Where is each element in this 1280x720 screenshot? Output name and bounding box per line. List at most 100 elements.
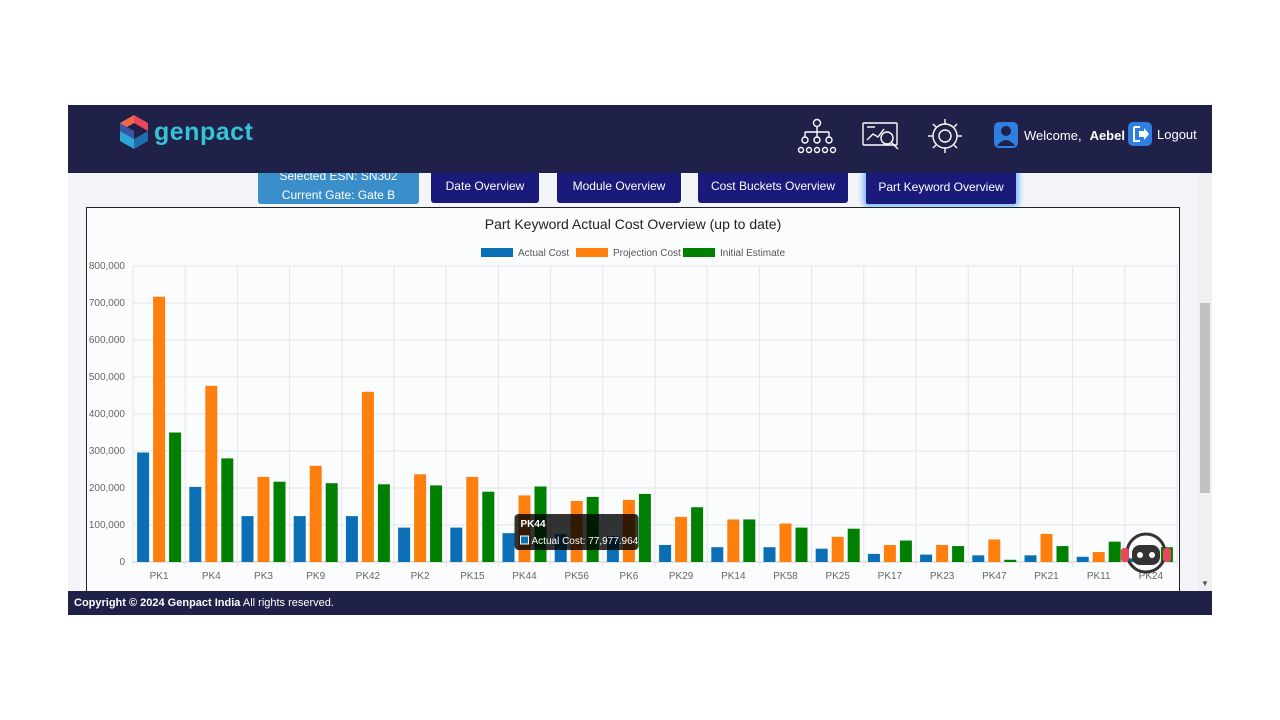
bar-PK15-3 — [482, 491, 495, 562]
x-tick-label: PK11 — [1087, 571, 1111, 582]
tooltip-swatch — [520, 535, 529, 545]
y-tick-label: 100,000 — [89, 520, 126, 531]
legend-swatch-1 — [481, 248, 513, 257]
y-tick-label: 400,000 — [89, 409, 126, 420]
x-tick-label: PK58 — [773, 571, 798, 582]
chart-tooltip: PK44 Actual Cost: 77,977.964 — [514, 514, 639, 550]
x-tick-label: PK2 — [411, 571, 430, 582]
app-window: genpact Welcome, Aebel Logout Selected E… — [68, 105, 1212, 615]
x-tick-label: PK6 — [619, 571, 638, 582]
x-tick-label: PK9 — [306, 571, 325, 582]
bar-PK17-2 — [883, 544, 896, 562]
vertical-scrollbar[interactable]: ▼ — [1198, 173, 1212, 591]
bar-PK15-2 — [466, 476, 479, 562]
tooltip-value: Actual Cost: 77,977.964 — [532, 536, 639, 547]
footer-rights: All rights reserved. — [242, 597, 334, 609]
chart-card: Part Keyword Actual Cost Overview (up to… — [86, 207, 1180, 591]
x-tick-label: PK29 — [669, 571, 694, 582]
bar-PK1-2 — [153, 296, 166, 562]
x-tick-label: PK4 — [202, 571, 221, 582]
bar-PK4-2 — [205, 385, 218, 562]
bar-PK11-1 — [1076, 556, 1089, 562]
tab-module-overview[interactable]: Module Overview — [557, 173, 681, 203]
bar-PK3-2 — [257, 476, 270, 562]
x-tick-label: PK47 — [982, 571, 1007, 582]
bar-PK58-2 — [779, 523, 792, 562]
y-tick-label: 200,000 — [89, 483, 126, 494]
x-tick-label: PK23 — [930, 571, 955, 582]
brand-logo[interactable]: genpact — [120, 115, 253, 149]
bar-PK14-2 — [727, 519, 740, 562]
analytics-icon[interactable] — [860, 115, 902, 157]
bar-PK6-3 — [638, 493, 651, 562]
bar-PK14-3 — [743, 519, 756, 562]
brand-name: genpact — [154, 117, 254, 146]
bar-PK44-1 — [502, 533, 515, 562]
tab-part-keyword-overview[interactable]: Part Keyword Overview — [865, 173, 1017, 205]
bar-PK25-1 — [815, 548, 828, 562]
bar-PK11-2 — [1092, 552, 1105, 562]
settings-cost-icon[interactable] — [924, 115, 966, 157]
bar-PK3-3 — [273, 481, 286, 562]
legend-label-1: Actual Cost — [518, 248, 569, 259]
y-tick-label: 500,000 — [89, 372, 126, 383]
legend-label-2: Projection Cost — [613, 248, 681, 259]
y-tick-label: 300,000 — [89, 446, 126, 457]
bar-PK47-1 — [972, 555, 985, 562]
bar-PK17-1 — [867, 553, 880, 562]
bar-PK23-1 — [920, 554, 933, 562]
chatbot-icon[interactable] — [1118, 531, 1174, 577]
bar-PK42-1 — [345, 516, 358, 562]
bar-PK14-1 — [711, 547, 724, 562]
welcome-area: Welcome, Aebel — [994, 122, 1125, 148]
tooltip-title: PK44 — [521, 519, 546, 530]
hierarchy-icon[interactable] — [796, 115, 838, 157]
current-gate-text: Current Gate: Gate B — [281, 188, 396, 202]
bar-chart[interactable]: Actual Cost Projection Cost Initial Estima… — [87, 208, 1179, 591]
bar-PK1-1 — [137, 452, 150, 562]
selected-esn-text: Selected ESN: SN302 — [279, 173, 398, 183]
y-tick-label: 600,000 — [89, 335, 126, 346]
logout-button[interactable]: Logout — [1128, 122, 1197, 146]
bar-PK58-3 — [795, 527, 808, 562]
bar-PK15-1 — [450, 527, 463, 562]
x-tick-label: PK25 — [825, 571, 850, 582]
y-tick-label: 0 — [119, 557, 125, 568]
bar-PK21-2 — [1040, 533, 1053, 562]
bar-PK9-1 — [293, 516, 306, 562]
scrollbar-thumb[interactable] — [1200, 303, 1210, 493]
legend-swatch-3 — [683, 248, 715, 257]
bar-PK2-1 — [398, 527, 411, 562]
logout-icon — [1128, 122, 1152, 146]
bar-PK23-2 — [936, 544, 949, 562]
x-tick-label: PK56 — [564, 571, 589, 582]
username: Aebel — [1089, 127, 1125, 143]
bar-PK42-3 — [377, 484, 390, 562]
bar-PK3-1 — [241, 516, 254, 562]
bar-PK9-3 — [325, 483, 338, 562]
bar-PK47-3 — [1004, 559, 1017, 562]
bar-PK29-2 — [675, 516, 688, 562]
logout-label: Logout — [1157, 126, 1197, 142]
footer: Copyright © 2024 Genpact India All right… — [68, 591, 1212, 615]
bar-PK58-1 — [763, 547, 776, 562]
bar-PK23-3 — [952, 546, 965, 562]
user-avatar-icon[interactable] — [994, 122, 1018, 148]
x-tick-label: PK42 — [356, 571, 381, 582]
footer-copyright: Copyright © 2024 Genpact India — [74, 597, 241, 609]
bar-PK17-3 — [899, 540, 912, 562]
bar-PK1-3 — [169, 432, 182, 562]
scroll-down-arrow-icon[interactable]: ▼ — [1200, 579, 1210, 589]
tab-date-overview[interactable]: Date Overview — [431, 173, 539, 203]
main-content: Selected ESN: SN302 Current Gate: Gate B… — [68, 173, 1198, 591]
x-tick-label: PK44 — [512, 571, 537, 582]
bar-PK42-2 — [361, 391, 374, 562]
top-navbar: genpact Welcome, Aebel Logout — [68, 105, 1212, 173]
bar-PK21-1 — [1024, 555, 1037, 562]
bar-PK9-2 — [309, 465, 322, 562]
tab-cost-buckets-overview[interactable]: Cost Buckets Overview — [698, 173, 848, 203]
x-tick-label: PK15 — [460, 571, 485, 582]
selection-info-box: Selected ESN: SN302 Current Gate: Gate B — [258, 173, 419, 204]
bar-PK25-3 — [847, 528, 860, 562]
welcome-label: Welcome, — [1024, 127, 1082, 143]
